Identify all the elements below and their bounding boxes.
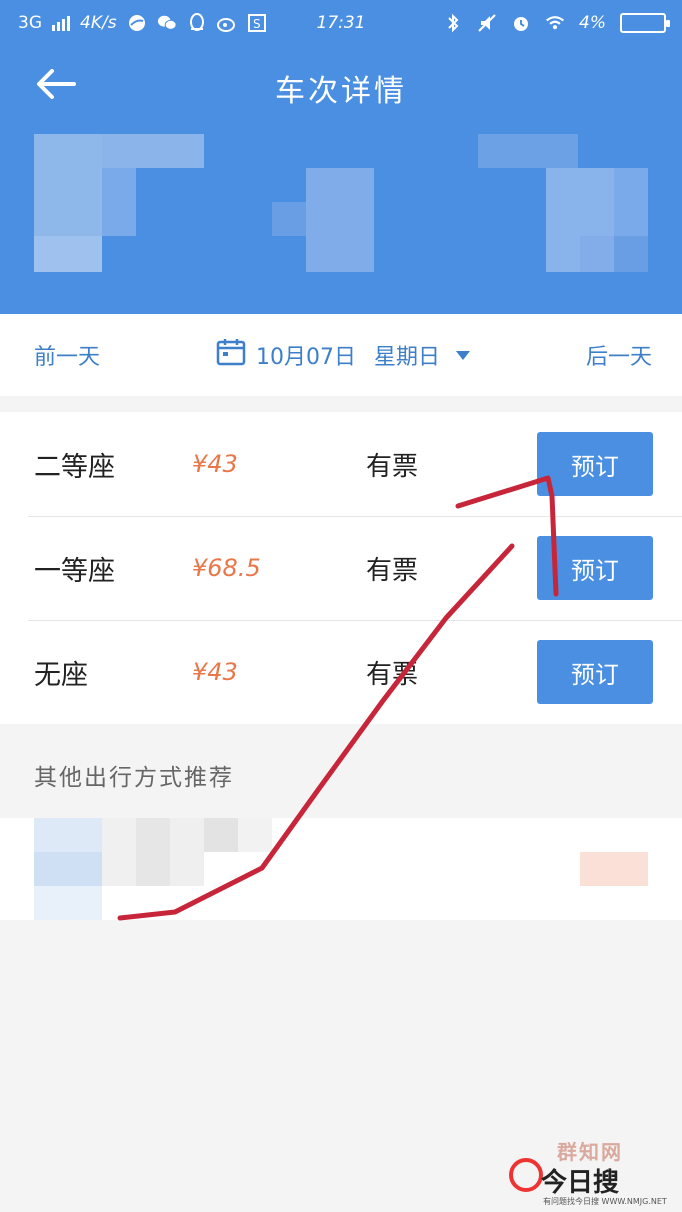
ticket-availability: 有票 [366, 451, 419, 482]
svg-text:S: S [253, 17, 261, 31]
apple-logo-icon [509, 1158, 543, 1192]
date-picker[interactable]: 10月07日 星期日 [216, 337, 470, 373]
other-option-card[interactable] [0, 818, 682, 920]
seat-list: 二等座 ¥43 有票 预订 一等座 ¥68.5 有票 预订 无座 ¥43 有票 … [0, 412, 682, 724]
bluetooth-icon [443, 13, 463, 33]
header: 车次详情 [0, 46, 682, 314]
page-title: 车次详情 [275, 74, 407, 109]
book-button[interactable]: 预订 [537, 640, 653, 704]
wechat-icon [157, 13, 177, 33]
seat-price: ¥68.5 [192, 554, 261, 582]
seat-row: 一等座 ¥68.5 有票 预订 [0, 516, 682, 620]
alarm-icon [511, 13, 531, 33]
seat-price: ¥43 [192, 658, 238, 686]
watermark-logo: 群知网 今日搜 有问题找今日搜 WWW.NMJG.NET [505, 1132, 682, 1212]
battery-icon [620, 13, 670, 33]
mute-icon [477, 13, 497, 33]
other-options-heading: 其他出行方式推荐 [34, 765, 234, 791]
wifi-icon [545, 13, 565, 33]
watermark-main-text: 今日搜 [541, 1168, 620, 1198]
selected-weekday: 星期日 [373, 345, 440, 370]
signal-icon [52, 15, 70, 31]
qq-icon [187, 13, 207, 33]
weibo-icon [216, 13, 237, 33]
book-button[interactable]: 预订 [537, 536, 653, 600]
dropdown-caret-icon [456, 350, 470, 360]
watermark-top-text: 群知网 [557, 1140, 623, 1164]
battery-percent: 4% [579, 13, 606, 33]
seat-type: 无座 [34, 659, 88, 691]
seat-row: 无座 ¥43 有票 预订 [0, 620, 682, 724]
ticket-availability: 有票 [366, 555, 419, 586]
selected-date: 10月07日 [255, 345, 356, 370]
seat-type: 二等座 [34, 451, 115, 483]
ticket-availability: 有票 [366, 659, 419, 690]
status-bar: 3G 4K/s S 17:31 4% [0, 0, 682, 46]
book-button[interactable]: 预订 [537, 432, 653, 496]
calendar-icon [216, 337, 246, 373]
seat-price: ¥43 [192, 450, 238, 478]
previous-day-button[interactable]: 前一天 [34, 339, 100, 371]
seat-row: 二等座 ¥43 有票 预订 [0, 412, 682, 516]
seat-type: 一等座 [34, 555, 115, 587]
watermark-sub-text: 有问题找今日搜 WWW.NMJG.NET [543, 1197, 667, 1206]
network-type: 3G [18, 13, 42, 33]
date-navigation: 前一天 10月07日 星期日 后一天 [0, 314, 682, 396]
next-day-button[interactable]: 后一天 [586, 339, 652, 371]
browser-icon [127, 13, 147, 33]
network-speed: 4K/s [80, 13, 117, 33]
s-app-icon: S [247, 13, 267, 33]
